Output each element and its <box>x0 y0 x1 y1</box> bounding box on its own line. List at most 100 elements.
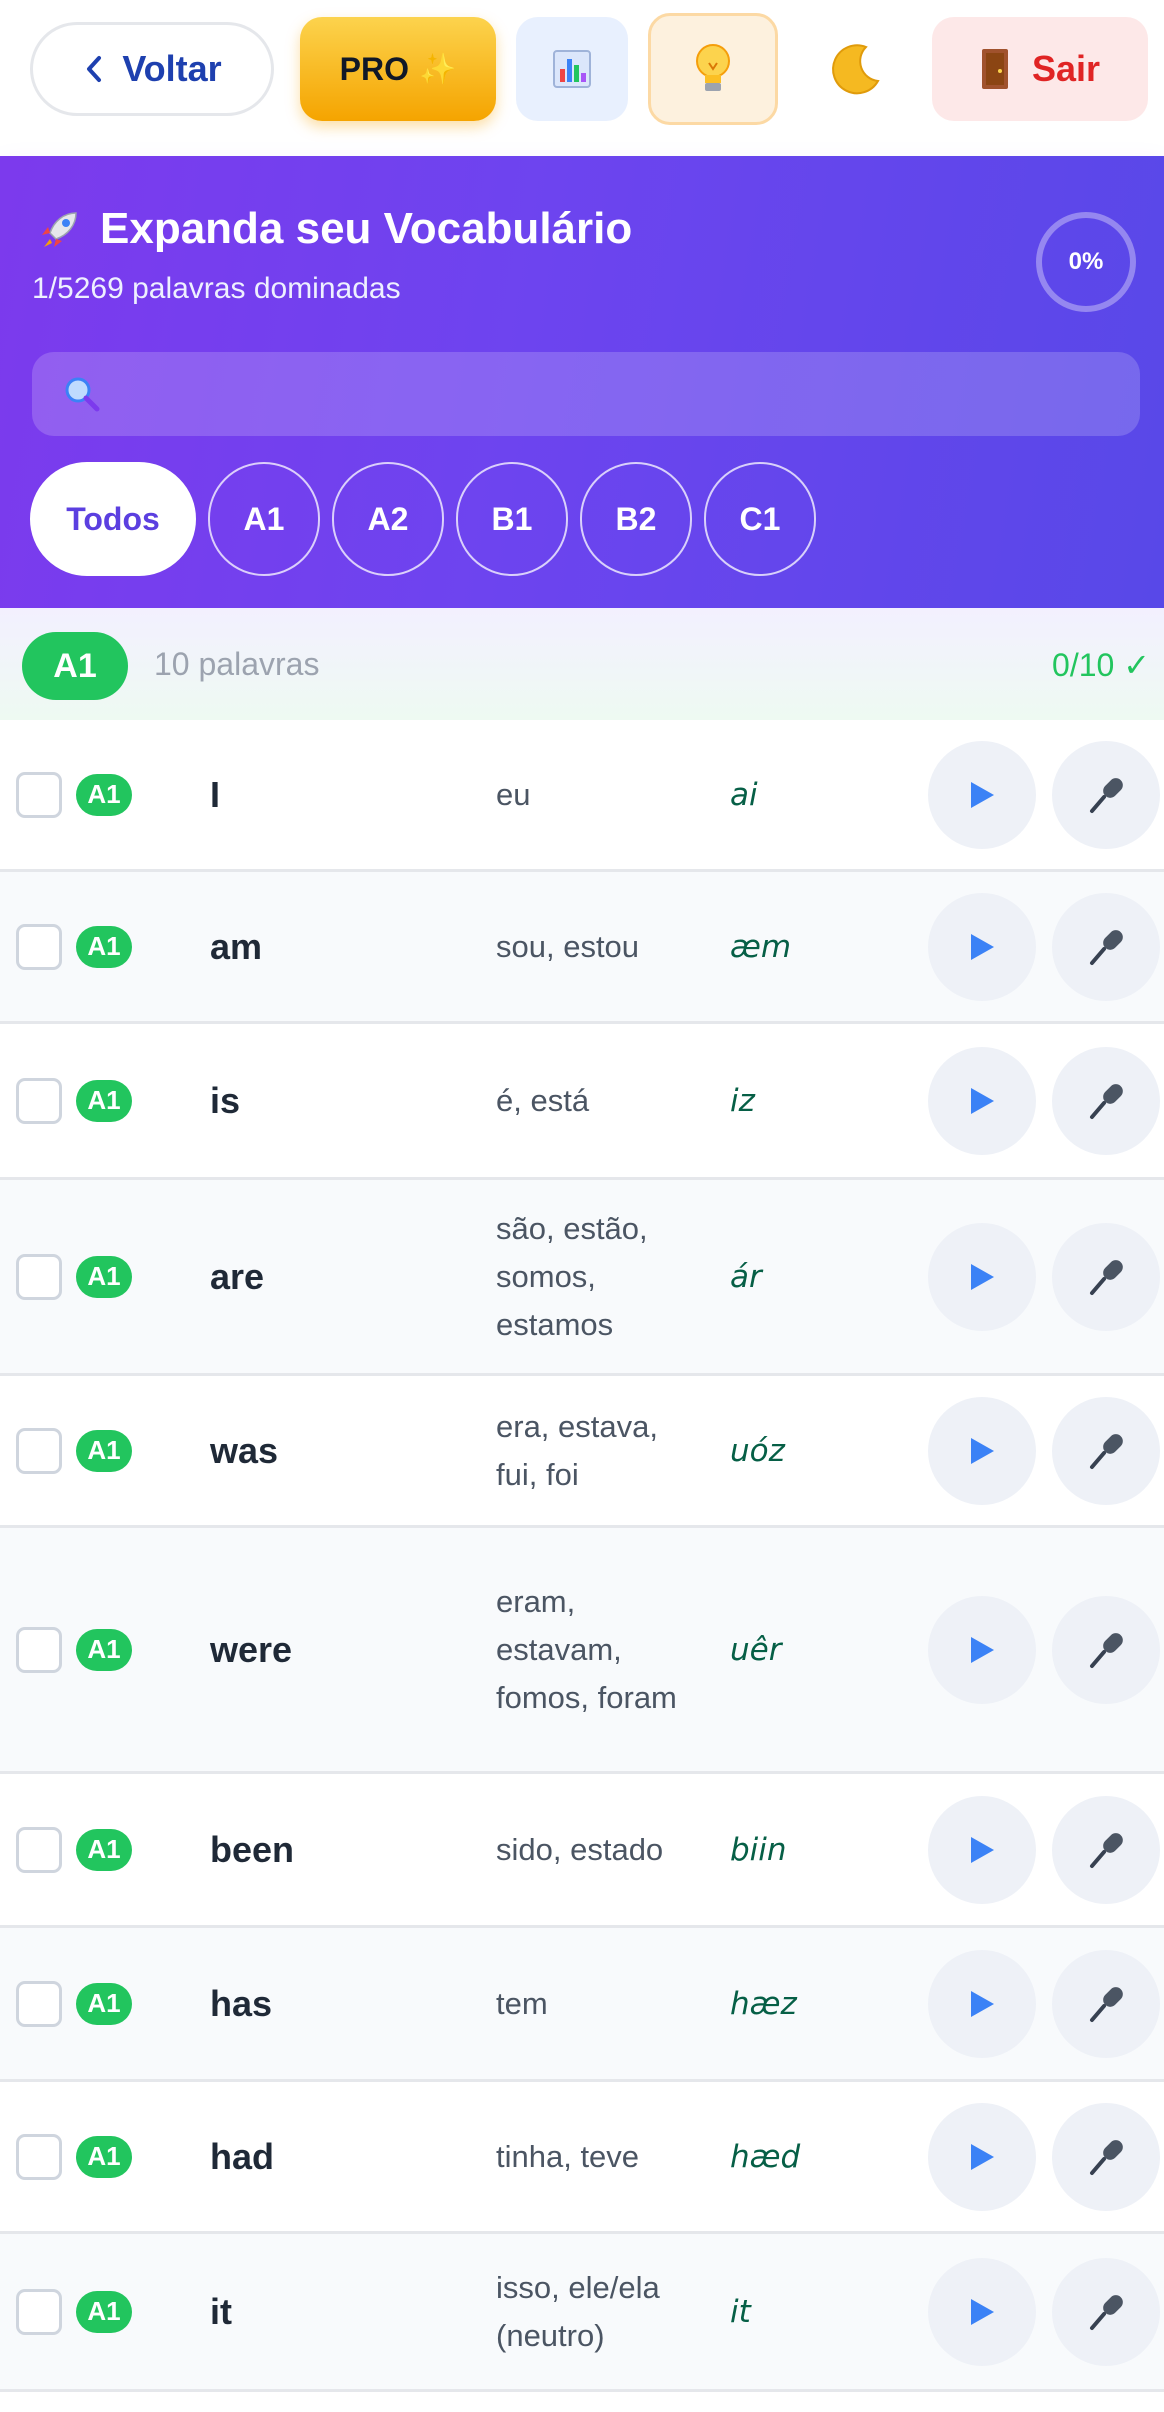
tips-button[interactable] <box>648 13 778 125</box>
filter-chip-b1[interactable]: B1 <box>456 462 568 576</box>
play-audio-button[interactable] <box>928 1046 1036 1155</box>
level-group-header[interactable]: A1 10 palavras 0/10 ✓ <box>0 608 1164 720</box>
play-icon <box>971 781 994 808</box>
english-word: has <box>210 1982 273 2024</box>
pro-button[interactable]: PRO ✨ <box>300 17 496 121</box>
level-badge: A1 <box>76 925 132 968</box>
learned-checkbox[interactable] <box>16 1826 62 1873</box>
word-row: A1 had tinha, teve hæd <box>0 2082 1164 2234</box>
play-icon <box>971 1836 994 1863</box>
record-button[interactable] <box>1052 1795 1160 1904</box>
translation: eu <box>496 776 531 812</box>
play-audio-button[interactable] <box>928 740 1036 849</box>
word-row: A1 were eram, estavam, fomos, foram uêr <box>0 1528 1164 1774</box>
word-row: A1 has tem hæz <box>0 1928 1164 2082</box>
pronunciation: biin <box>730 1831 787 1868</box>
exit-button[interactable]: Sair <box>932 17 1148 121</box>
filter-chip-a2[interactable]: A2 <box>332 462 444 576</box>
filter-chip-b2[interactable]: B2 <box>580 462 692 576</box>
learned-checkbox[interactable] <box>16 771 62 818</box>
play-audio-button[interactable] <box>928 1595 1036 1704</box>
record-button[interactable] <box>1052 892 1160 1001</box>
microphone-icon <box>1090 1986 1123 2022</box>
play-audio-button[interactable] <box>928 1396 1036 1505</box>
pronunciation: hæd <box>730 2138 801 2175</box>
record-button[interactable] <box>1052 1595 1160 1704</box>
level-badge: A1 <box>76 1828 132 1871</box>
record-button[interactable] <box>1052 1222 1160 1331</box>
translation: é, está <box>496 1082 590 1118</box>
search-bar <box>32 352 1140 436</box>
vocabulary-hero: Expanda seu Vocabulário 1/5269 palavras … <box>0 156 1164 608</box>
word-row: A1 been sido, estado biin <box>0 1774 1164 1928</box>
page-title: Expanda seu Vocabulário <box>36 204 632 254</box>
english-word: are <box>210 1255 265 1297</box>
sparkle-icon: ✨ <box>418 52 457 86</box>
top-toolbar: Voltar PRO ✨ Sair <box>0 0 1164 156</box>
microphone-icon <box>1090 1259 1123 1295</box>
play-audio-button[interactable] <box>928 1949 1036 2058</box>
mastered-count: 1/5269 palavras dominadas <box>32 272 401 305</box>
play-audio-button[interactable] <box>928 2102 1036 2211</box>
record-button[interactable] <box>1052 1396 1160 1505</box>
learned-checkbox[interactable] <box>16 923 62 970</box>
search-input[interactable] <box>122 352 1122 436</box>
level-badge: A1 <box>76 1982 132 2025</box>
learned-checkbox[interactable] <box>16 1077 62 1124</box>
play-audio-button[interactable] <box>928 2257 1036 2366</box>
progress-ring: 0% <box>1036 212 1136 312</box>
search-icon <box>65 377 100 412</box>
word-row: A1 are são, estão, somos, estamos ár <box>0 1180 1164 1376</box>
play-audio-button[interactable] <box>928 1222 1036 1331</box>
learned-checkbox[interactable] <box>16 1980 62 2027</box>
english-word: it <box>210 2290 232 2332</box>
statistics-button[interactable] <box>516 17 628 121</box>
filter-chip-c1[interactable]: C1 <box>704 462 816 576</box>
page-title-text: Expanda seu Vocabulário <box>100 204 633 253</box>
play-icon <box>971 1087 994 1114</box>
record-button[interactable] <box>1052 1949 1160 2058</box>
english-word: had <box>210 2135 275 2177</box>
learned-checkbox[interactable] <box>16 1427 62 1474</box>
level-badge: A1 <box>76 1429 132 1472</box>
level-badge: A1 <box>76 1079 132 1122</box>
pronunciation: hæz <box>730 1985 797 2022</box>
filter-chip-todos[interactable]: Todos <box>30 462 196 576</box>
play-icon <box>971 1990 994 2017</box>
learned-checkbox[interactable] <box>16 1253 62 1300</box>
english-word: were <box>210 1628 293 1670</box>
learned-checkbox[interactable] <box>16 2133 62 2180</box>
record-button[interactable] <box>1052 2102 1160 2211</box>
microphone-icon <box>1090 1632 1123 1668</box>
pronunciation: it <box>730 2293 751 2330</box>
play-icon <box>971 1263 994 1290</box>
translation: isso, ele/ela (neutro) <box>496 2269 660 2353</box>
pronunciation: iz <box>730 1082 755 1119</box>
translation: tem <box>496 1985 548 2021</box>
microphone-icon <box>1090 2139 1123 2175</box>
translation: era, estava, fui, foi <box>496 1408 658 1492</box>
learned-checkbox[interactable] <box>16 1626 62 1673</box>
group-level-badge: A1 <box>22 632 128 700</box>
word-row: A1 I eu ai <box>0 720 1164 872</box>
english-word: is <box>210 1079 241 1121</box>
play-audio-button[interactable] <box>928 892 1036 1001</box>
pronunciation: uêr <box>730 1631 782 1668</box>
microphone-icon <box>1090 2294 1123 2330</box>
back-button[interactable]: Voltar <box>30 22 274 116</box>
word-row: A1 was era, estava, fui, foi uóz <box>0 1376 1164 1528</box>
play-audio-button[interactable] <box>928 1795 1036 1904</box>
word-row: A1 is é, está iz <box>0 1024 1164 1180</box>
microphone-icon <box>1090 1083 1123 1119</box>
learned-checkbox[interactable] <box>16 2288 62 2335</box>
word-list: A1 I eu ai A1 am sou, estou æm A1 is é, … <box>0 720 1164 2392</box>
record-button[interactable] <box>1052 740 1160 849</box>
play-icon <box>971 1636 994 1663</box>
record-button[interactable] <box>1052 1046 1160 1155</box>
record-button[interactable] <box>1052 2257 1160 2366</box>
theme-toggle-button[interactable] <box>800 17 912 121</box>
pronunciation: ár <box>730 1258 762 1295</box>
translation: eram, estavam, fomos, foram <box>496 1583 677 1715</box>
play-icon <box>971 2298 994 2325</box>
filter-chip-a1[interactable]: A1 <box>208 462 320 576</box>
